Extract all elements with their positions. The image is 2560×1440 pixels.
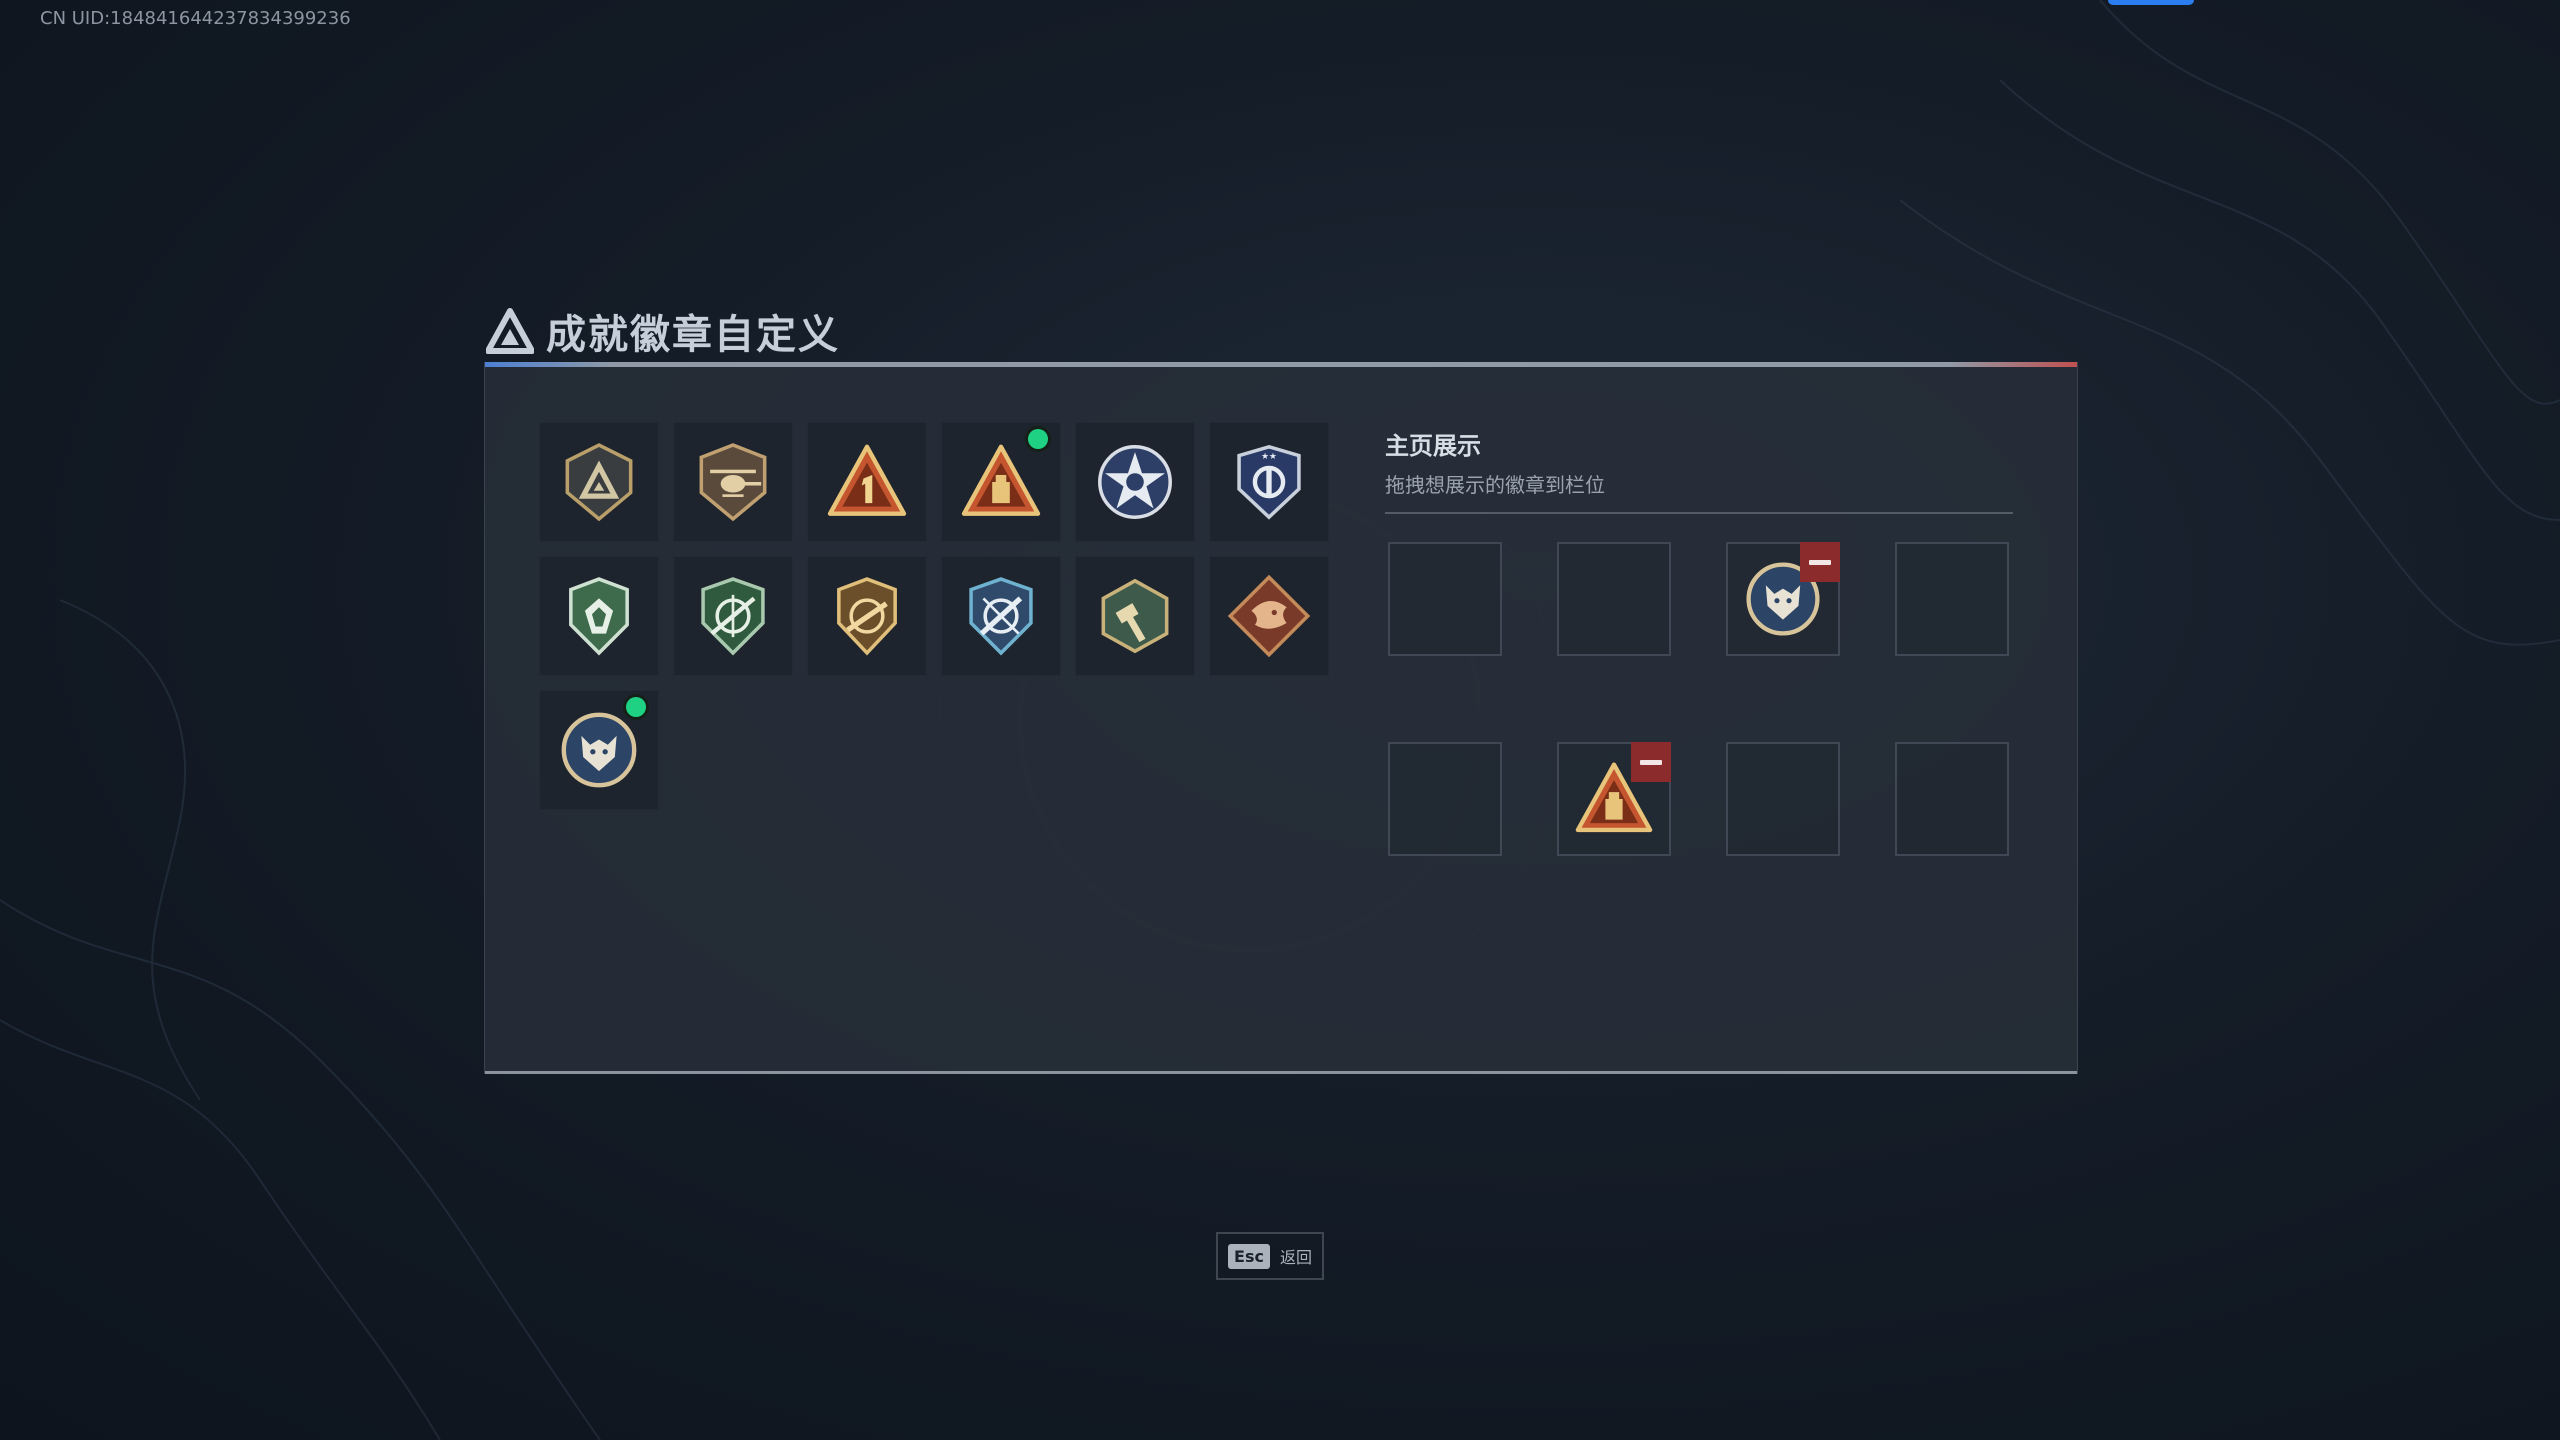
showcase-slot[interactable] [1388, 542, 1502, 656]
showcase-divider [1385, 512, 2013, 514]
shield-helicopter-icon [699, 443, 767, 522]
badge-green-shield[interactable] [539, 556, 659, 676]
badge-green-crosshair[interactable] [673, 556, 793, 676]
showcase-title: 主页展示 [1385, 432, 1481, 460]
wolf-circle-icon [561, 712, 637, 788]
badge-star-circle[interactable] [1075, 422, 1195, 542]
badge-triangle-tower[interactable] [941, 422, 1061, 542]
badge-customize-panel: ★★ 主页展示 拖拽想展示的徽章到栏位 [484, 362, 2078, 1074]
badge-wolf-circle[interactable] [539, 690, 659, 810]
back-button[interactable]: Esc 返回 [1216, 1232, 1324, 1280]
green-shield-icon [569, 577, 629, 656]
showcase-slot[interactable] [1557, 742, 1671, 856]
panel-top-border [485, 362, 2077, 367]
badge-dragon-diamond[interactable] [1209, 556, 1329, 676]
badge-shield-delta[interactable] [539, 422, 659, 542]
showcase-slot[interactable] [1895, 742, 2009, 856]
new-badge-indicator [626, 697, 646, 717]
showcase-slot[interactable] [1726, 542, 1840, 656]
badge-inventory-grid: ★★ [539, 422, 1329, 810]
delta-triangle-icon [486, 308, 534, 354]
green-crosshair-shield-icon [701, 577, 765, 656]
badge-gold-rifle[interactable] [807, 556, 927, 676]
badge-blue-wrench[interactable] [941, 556, 1061, 676]
remove-badge-button[interactable] [1631, 742, 1671, 782]
showcase-slot[interactable] [1726, 742, 1840, 856]
showcase-slots [1388, 542, 2009, 856]
triangle-tower-icon [961, 444, 1041, 516]
minus-icon [1809, 559, 1831, 565]
badge-blue-shield[interactable]: ★★ [1209, 422, 1329, 542]
new-badge-indicator [1028, 429, 1048, 449]
minus-icon [1640, 759, 1662, 765]
blue-shield-icon: ★★ [1237, 444, 1301, 520]
gold-rifle-shield-icon [837, 577, 897, 656]
esc-key-hint: Esc [1228, 1243, 1270, 1269]
blue-wrench-shield-icon [969, 577, 1033, 656]
svg-text:★★: ★★ [1261, 452, 1277, 462]
dragon-diamond-icon [1227, 574, 1311, 658]
showcase-header: 主页展示 拖拽想展示的徽章到栏位 [1385, 426, 2013, 514]
panel-bottom-border [485, 1071, 2077, 1074]
badge-shield-helicopter[interactable] [673, 422, 793, 542]
top-tab-indicator[interactable] [2108, 0, 2194, 5]
triangle-number-one-icon [827, 444, 907, 516]
uid-label: CN UID:1848416442378343992​36 [40, 8, 351, 29]
showcase-slot[interactable] [1388, 742, 1502, 856]
page-title: 成就徽章自定义 [546, 312, 840, 358]
back-label: 返回 [1279, 1248, 1312, 1267]
hexagon-hammer-icon [1101, 578, 1169, 654]
showcase-slot[interactable] [1895, 542, 2009, 656]
shield-delta-icon [565, 443, 633, 522]
badge-triangle-one[interactable] [807, 422, 927, 542]
page-header: 成就徽章自定义 [486, 300, 840, 362]
showcase-subtitle: 拖拽想展示的徽章到栏位 [1385, 473, 1605, 497]
badge-hexagon-hammer[interactable] [1075, 556, 1195, 676]
showcase-slot[interactable] [1557, 542, 1671, 656]
remove-badge-button[interactable] [1800, 542, 1840, 582]
star-circle-icon [1098, 445, 1172, 519]
